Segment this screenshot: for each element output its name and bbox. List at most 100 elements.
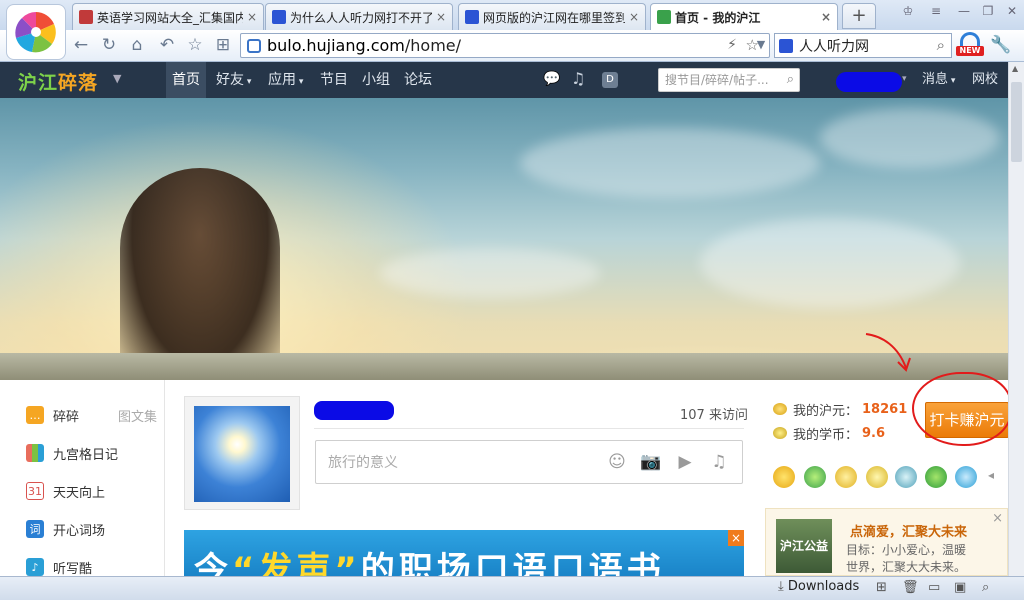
redacted-display-name (314, 401, 394, 420)
pinwheel-icon (15, 12, 56, 53)
minimize-icon[interactable]: — (952, 2, 976, 20)
study-coin-icon (773, 427, 787, 439)
camera-icon[interactable]: 📷 (640, 451, 662, 473)
ad-headline: 今“发声”的职场口语口语书 (194, 550, 665, 576)
search-icon[interactable]: ⌕ (787, 69, 794, 91)
notice-close-button[interactable]: × (992, 511, 1003, 526)
ad-close-button[interactable]: × (728, 530, 744, 546)
badge-icon[interactable] (925, 466, 947, 488)
music-note-icon[interactable]: ♫ (571, 69, 585, 88)
user-dropdown-icon[interactable]: ▾ (902, 74, 907, 84)
search-icon[interactable]: ⌕ (937, 36, 945, 54)
undo-icon[interactable]: ↶ (156, 34, 178, 56)
hujiang-favicon-icon (657, 10, 671, 24)
close-tab-icon[interactable]: × (436, 10, 446, 24)
study-coin-row: 我的学币： 9.6 (773, 424, 885, 443)
badge-icon[interactable] (804, 466, 826, 488)
nav-school[interactable]: 网校 ▾ (966, 62, 1008, 123)
trash-icon[interactable]: 🗑 (902, 580, 919, 595)
skin-icon[interactable]: ♔ (896, 2, 920, 20)
favorite-star-icon[interactable]: ☆ (184, 34, 206, 56)
close-tab-icon[interactable]: × (247, 10, 257, 24)
badge-icon[interactable] (955, 466, 977, 488)
apps-grid-icon[interactable]: ⊞ (212, 34, 234, 56)
avatar-frame[interactable] (184, 396, 300, 510)
badge-scroll-icon[interactable]: ◂ (988, 468, 994, 482)
charity-notice[interactable]: 沪江公益 点滴爱，汇聚大未来 目标：小小爱心，温暖世界，汇聚大大未来。 × (765, 508, 1008, 576)
nav-programs[interactable]: 节目 (314, 62, 354, 98)
avatar[interactable] (194, 406, 290, 502)
ad-banner[interactable]: 今“发声”的职场口语口语书 × (184, 530, 744, 576)
site-header: 沪江碎落 ▼ 首页 好友 ▾ 应用 ▾ 节目 小组 论坛 💬 ♫ D 搜节目/碎… (0, 62, 1008, 123)
nav-groups[interactable]: 小组 (356, 62, 396, 98)
visit-count[interactable]: 107 来访问 (680, 404, 748, 423)
maximize-icon[interactable]: ❐ (976, 2, 1000, 20)
nav-home[interactable]: 首页 (166, 62, 206, 98)
nav-messages[interactable]: 消息 ▾ (916, 62, 961, 98)
scrollbar-thumb[interactable] (1011, 82, 1022, 162)
download-icon: ⤓ (778, 579, 788, 594)
banner-shoreline (0, 353, 1008, 380)
tab-4-active[interactable]: 首页 - 我的沪江 × (650, 3, 838, 30)
tab-1[interactable]: 英语学习网站大全_汇集国内 × (72, 3, 264, 30)
status-input[interactable]: 旅行的意义 ☺ 📷 ▶ ♫ (315, 440, 743, 484)
site-favicon-icon (79, 10, 93, 24)
badge-icon[interactable] (895, 466, 917, 488)
sidebar-item-suisui[interactable]: … 碎碎 (26, 404, 79, 426)
search-engine-box[interactable]: 人人听力网 ⌕ (774, 33, 952, 58)
dropdown-arrow-icon[interactable]: ▼ (750, 34, 772, 56)
dictionary-icon[interactable]: D (602, 72, 618, 88)
app-sidebar: … 碎碎 图文集 九宫格日记 31 天天向上 词 开心词场 ♪ 听写酷 (0, 380, 165, 578)
close-window-icon[interactable]: ✕ (1000, 2, 1024, 20)
sidebar-item-daily-up[interactable]: 31 天天向上 (26, 480, 105, 502)
video-icon[interactable]: ▶ (674, 451, 696, 473)
main-content: … 碎碎 图文集 九宫格日记 31 天天向上 词 开心词场 ♪ 听写酷 107 … (0, 372, 1012, 578)
scroll-up-icon[interactable]: ▲ (1012, 64, 1018, 73)
window-icon[interactable]: ▭ (928, 580, 940, 595)
secure-site-icon (247, 38, 261, 53)
sidebar-link-gallery[interactable]: 图文集 (118, 406, 157, 425)
sidebar-item-word-game[interactable]: 词 开心词场 (26, 518, 105, 540)
address-bar[interactable]: bulo.hujiang.com/home/ ⚡ ☆ (240, 33, 770, 58)
coin-icon (773, 403, 787, 415)
badge-icon[interactable] (866, 466, 888, 488)
new-tab-button[interactable]: + (842, 3, 876, 29)
tab-3[interactable]: 网页版的沪江网在哪里签到 × (458, 3, 646, 30)
banner-person-silhouette (120, 168, 280, 380)
redacted-username[interactable] (836, 72, 902, 92)
refresh-icon[interactable]: ↻ (98, 34, 120, 56)
browser-logo[interactable] (6, 4, 66, 60)
nav-forum[interactable]: 论坛 (398, 62, 438, 98)
site-search-input[interactable]: 搜节目/碎碎/帖子... ⌕ (658, 68, 800, 92)
vertical-scrollbar[interactable]: ▲ (1008, 62, 1024, 576)
badge-icon[interactable] (835, 466, 857, 488)
zoom-icon[interactable]: ⌕ (982, 580, 989, 595)
badge-icon[interactable] (773, 466, 795, 488)
vocabulary-icon: 词 (26, 520, 44, 538)
chat-icon[interactable]: 💬 (543, 71, 560, 87)
music-note-icon[interactable]: ♫ (708, 451, 730, 473)
sidebar-item-dictation[interactable]: ♪ 听写酷 (26, 556, 92, 578)
nav-friends[interactable]: 好友 ▾ (210, 62, 257, 98)
tab-2[interactable]: 为什么人人听力网打不开了 × (265, 3, 453, 30)
close-tab-icon[interactable]: × (821, 10, 831, 24)
notice-title[interactable]: 点滴爱，汇聚大未来 (850, 521, 967, 540)
close-tab-icon[interactable]: × (629, 10, 639, 24)
logo-dropdown-icon[interactable]: ▼ (113, 72, 121, 85)
sidebar-item-grid-diary[interactable]: 九宫格日记 (26, 442, 118, 464)
downloads-button[interactable]: ⤓ Downloads (778, 579, 859, 594)
home-icon[interactable]: ⌂ (126, 34, 148, 56)
emoji-icon[interactable]: ☺ (606, 451, 628, 473)
back-icon[interactable]: ← (70, 34, 92, 56)
site-logo[interactable]: 沪江碎落 (18, 68, 98, 95)
lightning-icon[interactable]: ⚡ (727, 37, 737, 53)
charity-image[interactable]: 沪江公益 (776, 519, 832, 573)
screen-icon[interactable]: ▣ (954, 580, 966, 595)
nav-apps[interactable]: 应用 ▾ (262, 62, 309, 98)
menu-icon[interactable]: ≡ (924, 2, 948, 20)
red-circle-annotation (912, 372, 1012, 446)
add-icon[interactable]: ⊞ (876, 580, 887, 595)
new-feature-icon[interactable]: NEW (956, 32, 984, 58)
browser-status-bar: ⤓ Downloads ⊞ 🗑 ▭ ▣ ⌕ (0, 576, 1024, 600)
tools-wrench-icon[interactable]: 🔧 (990, 34, 1012, 56)
